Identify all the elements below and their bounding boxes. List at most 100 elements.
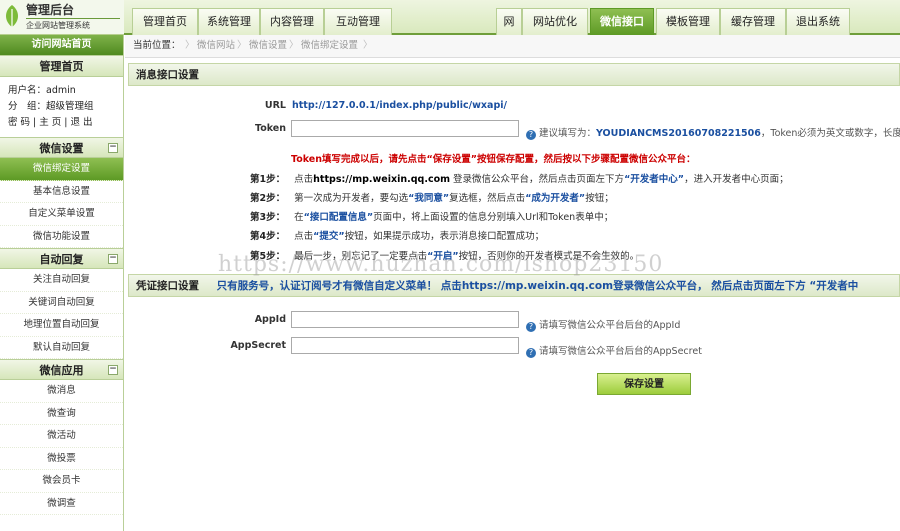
step-emphasis: “我同意”	[408, 193, 450, 204]
section-auto-reply[interactable]: 自动回复 −	[0, 248, 123, 269]
sidebar-item-query[interactable]: 微查询	[0, 403, 123, 425]
tab-web[interactable]: 网	[496, 8, 522, 35]
step-text: 页面中，将上面设置的信息分别填入Url和Token表单中；	[373, 212, 614, 223]
step-3: 第3步： 在“接口配置信息”页面中，将上面设置的信息分别填入Url和Token表…	[250, 209, 613, 223]
step-emphasis: “开发者中心”	[624, 174, 685, 185]
section-wechat-apps[interactable]: 微信应用 −	[0, 359, 123, 380]
message-panel-header: 消息接口设置	[128, 63, 900, 86]
tab-content[interactable]: 内容管理	[260, 8, 324, 35]
tab-template[interactable]: 模板管理	[656, 8, 720, 35]
step-text: 在	[294, 212, 304, 223]
step-text: 点击	[294, 231, 314, 242]
step-text: 复选框，然后点击	[449, 193, 526, 204]
logo: 管理后台 企业网站管理系统	[0, 0, 124, 35]
collapse-icon[interactable]: −	[108, 365, 118, 375]
username-line: 用户名：admin	[8, 85, 76, 96]
token-hint-suffix: ，Token必须为英文或数字，长度为	[760, 128, 900, 139]
breadcrumb-label: 当前位置：	[133, 40, 181, 51]
breadcrumb-item[interactable]: 微信网站	[197, 35, 235, 57]
step-emphasis: “成为开发者”	[525, 193, 586, 204]
breadcrumb: 当前位置： 〉 微信网站 〉 微信设置 〉 微信绑定设置 〉	[125, 35, 900, 58]
appsecret-label: AppSecret	[230, 340, 286, 351]
sidebar-item-member-card[interactable]: 微会员卡	[0, 470, 123, 493]
sidebar-home-header[interactable]: 管理首页	[0, 55, 123, 77]
logo-subtitle: 企业网站管理系统	[26, 18, 120, 30]
save-button[interactable]: 保存设置	[597, 373, 691, 395]
appsecret-hint: ? 请填写微信公众平台后台的AppSecret	[526, 343, 702, 358]
token-input[interactable]	[291, 120, 519, 137]
breadcrumb-item[interactable]: 微信设置	[249, 35, 287, 57]
sidebar: 访问网站首页 管理首页 用户名：admin 分 组：超级管理组 密 码 | 主 …	[0, 35, 124, 531]
sidebar-item-keyword-reply[interactable]: 关键词自动回复	[0, 292, 123, 314]
group-line: 分 组：超级管理组	[8, 101, 94, 112]
url-value: http://127.0.0.1/index.php/public/wxapi/	[292, 100, 507, 111]
logo-title: 管理后台	[26, 3, 75, 17]
appsecret-input[interactable]	[291, 337, 519, 354]
step-text: 按钮，如果提示成功，表示消息接口配置成功；	[344, 231, 545, 242]
watermark: https://www.huzhan.com/ishop23150	[218, 252, 664, 277]
leaf-logo-icon	[6, 5, 18, 27]
step-4: 第4步： 点击“提交”按钮，如果提示成功，表示消息接口配置成功；	[250, 228, 544, 242]
step-text: 按钮；	[585, 193, 614, 204]
appid-input[interactable]	[291, 311, 519, 328]
step-label: 第2步：	[250, 193, 286, 204]
breadcrumb-item[interactable]: 微信绑定设置	[301, 35, 358, 57]
section-title: 自动回复	[39, 253, 84, 266]
url-label: URL	[264, 100, 286, 111]
chevron-right-icon: 〉	[185, 40, 195, 51]
token-hint-value: YOUDIANCMS20160708221506	[596, 128, 761, 139]
step-label: 第1步：	[250, 174, 286, 185]
sidebar-item-default-reply[interactable]: 默认自动回复	[0, 337, 123, 359]
sidebar-item-basic-info[interactable]: 基本信息设置	[0, 181, 123, 203]
sidebar-item-features[interactable]: 微信功能设置	[0, 226, 123, 248]
tab-interaction[interactable]: 互动管理	[324, 8, 392, 35]
step-label: 第4步：	[250, 231, 286, 242]
chevron-right-icon: 〉	[237, 40, 247, 51]
sidebar-item-custom-menu[interactable]: 自定义菜单设置	[0, 203, 123, 226]
tab-system[interactable]: 系统管理	[198, 8, 260, 35]
sidebar-item-message[interactable]: 微消息	[0, 380, 123, 403]
credential-note: 只有服务号，认证订阅号才有微信自定义菜单！ 点击	[216, 280, 462, 292]
credential-mp-link[interactable]: https://mp.weixin.qq.com	[462, 280, 613, 292]
account-links[interactable]: 密 码 | 主 页 | 退 出	[8, 115, 123, 131]
appid-hint: ? 请填写微信公众平台后台的AppId	[526, 317, 680, 332]
top-navigation: 管理首页 系统管理 内容管理 互动管理 网 网站优化 微信接口 模板管理 缓存管…	[124, 0, 900, 35]
sidebar-item-vote[interactable]: 微投票	[0, 448, 123, 470]
section-title: 微信应用	[39, 364, 84, 377]
sidebar-item-bind-settings[interactable]: 微信绑定设置	[0, 158, 123, 181]
sidebar-item-activity[interactable]: 微活动	[0, 425, 123, 448]
wechat-mp-link[interactable]: https://mp.weixin.qq.com	[313, 174, 450, 185]
token-warning: Token填写完成以后，请先点击“保存设置”按钮保存配置，然后按以下步骤配置微信…	[291, 154, 696, 165]
step-1: 第1步： 点击https://mp.weixin.qq.com 登录微信公众平台…	[250, 171, 789, 185]
tab-home[interactable]: 管理首页	[132, 8, 198, 35]
token-label: Token	[254, 123, 286, 134]
tab-cache[interactable]: 缓存管理	[720, 8, 786, 35]
appid-hint-text: 请填写微信公众平台后台的AppId	[539, 320, 681, 331]
help-icon: ?	[526, 322, 536, 332]
section-wechat-settings[interactable]: 微信设置 −	[0, 137, 123, 158]
collapse-icon[interactable]: −	[108, 254, 118, 264]
visit-site-link[interactable]: 访问网站首页	[0, 35, 123, 55]
appsecret-hint-text: 请填写微信公众平台后台的AppSecret	[539, 346, 702, 357]
credential-note-tail: 登录微信公众平台， 然后点击页面左下方 “开发者中	[613, 280, 859, 292]
tab-seo[interactable]: 网站优化	[522, 8, 588, 35]
step-2: 第2步： 第一次成为开发者，要勾选“我同意”复选框，然后点击“成为开发者”按钮；	[250, 190, 614, 204]
section-title: 微信设置	[39, 142, 84, 155]
token-hint-prefix: 建议填写为：	[539, 128, 597, 139]
tab-wechat[interactable]: 微信接口	[590, 8, 654, 35]
step-emphasis: “提交”	[313, 231, 345, 242]
sidebar-item-follow-reply[interactable]: 关注自动回复	[0, 269, 123, 292]
user-info: 用户名：admin 分 组：超级管理组 密 码 | 主 页 | 退 出	[0, 77, 123, 137]
sidebar-item-survey[interactable]: 微调查	[0, 493, 123, 515]
step-text: ，进入开发者中心页面；	[684, 174, 789, 185]
help-icon: ?	[526, 130, 536, 140]
collapse-icon[interactable]: −	[108, 143, 118, 153]
chevron-right-icon: 〉	[289, 40, 299, 51]
step-text: 点击	[294, 174, 314, 185]
token-hint: ? 建议填写为：YOUDIANCMS20160708221506，Token必须为…	[526, 125, 900, 140]
help-icon: ?	[526, 348, 536, 358]
chevron-right-icon: 〉	[363, 40, 373, 51]
tab-logout[interactable]: 退出系统	[786, 8, 850, 35]
sidebar-item-location-reply[interactable]: 地理位置自动回复	[0, 314, 123, 337]
credential-title: 凭证接口设置	[136, 280, 199, 292]
